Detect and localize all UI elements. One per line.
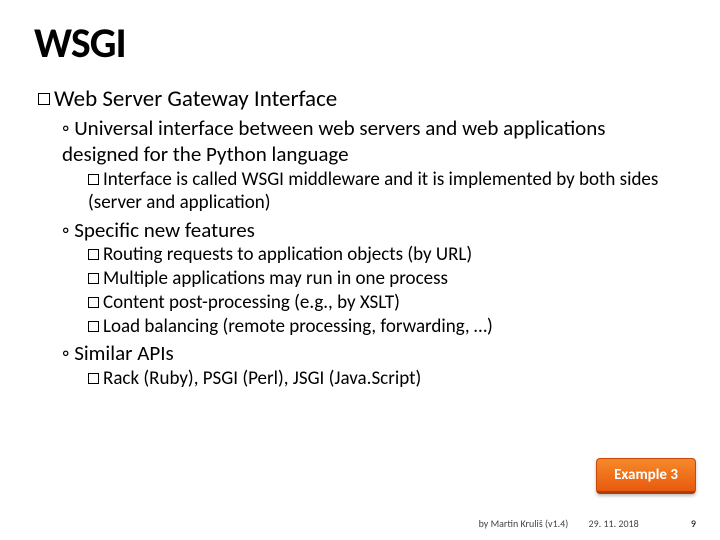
subbullet-loadbal: Load balancing (remote processing, forwa… bbox=[88, 315, 686, 339]
heading-line: Web Server Gateway Interface bbox=[38, 85, 686, 113]
square-bullet-icon bbox=[88, 273, 99, 284]
square-bullet-icon bbox=[88, 373, 99, 384]
subbullet-routing: Routing requests to application objects … bbox=[88, 243, 686, 267]
subbullet-postproc: Content post-processing (e.g., by XSLT) bbox=[88, 291, 686, 315]
slide-footer: by Martin Kruliš (v1.4) 29. 11. 2018 9 bbox=[479, 517, 696, 530]
square-bullet-icon bbox=[88, 297, 99, 308]
footer-page: 9 bbox=[691, 517, 696, 530]
square-bullet-icon bbox=[88, 174, 99, 185]
slide-title: WSGI bbox=[34, 18, 686, 69]
bullet-features: Specific new features bbox=[62, 217, 686, 243]
subbullet-text: Content post-processing (e.g., by XSLT) bbox=[103, 291, 400, 314]
subbullet-multiple: Multiple applications may run in one pro… bbox=[88, 267, 686, 291]
subbullet-text: Routing requests to application objects … bbox=[103, 243, 472, 266]
subbullet-text: Interface is called WSGI middleware and … bbox=[88, 168, 658, 215]
footer-date: 29. 11. 2018 bbox=[589, 517, 639, 530]
subbullet-text: Load balancing (remote processing, forwa… bbox=[103, 315, 493, 338]
subbullet-rack: Rack (Ruby), PSGI (Perl), JSGI (Java.Scr… bbox=[88, 367, 608, 391]
square-bullet-icon bbox=[88, 249, 99, 260]
bullet-similar: Similar APIs bbox=[62, 340, 686, 366]
subbullet-text: Multiple applications may run in one pro… bbox=[103, 267, 448, 290]
heading-text: Web Server Gateway Interface bbox=[54, 85, 337, 113]
square-bullet-icon bbox=[88, 321, 99, 332]
subbullet-middleware: Interface is called WSGI middleware and … bbox=[88, 168, 686, 216]
subbullet-text: Rack (Ruby), PSGI (Perl), JSGI (Java.Scr… bbox=[103, 367, 421, 390]
square-bullet-icon bbox=[38, 93, 50, 105]
bullet-universal: Universal interface between web servers … bbox=[62, 115, 686, 168]
footer-author: by Martin Kruliš (v1.4) bbox=[479, 517, 569, 530]
example-badge[interactable]: Example 3 bbox=[596, 458, 696, 494]
